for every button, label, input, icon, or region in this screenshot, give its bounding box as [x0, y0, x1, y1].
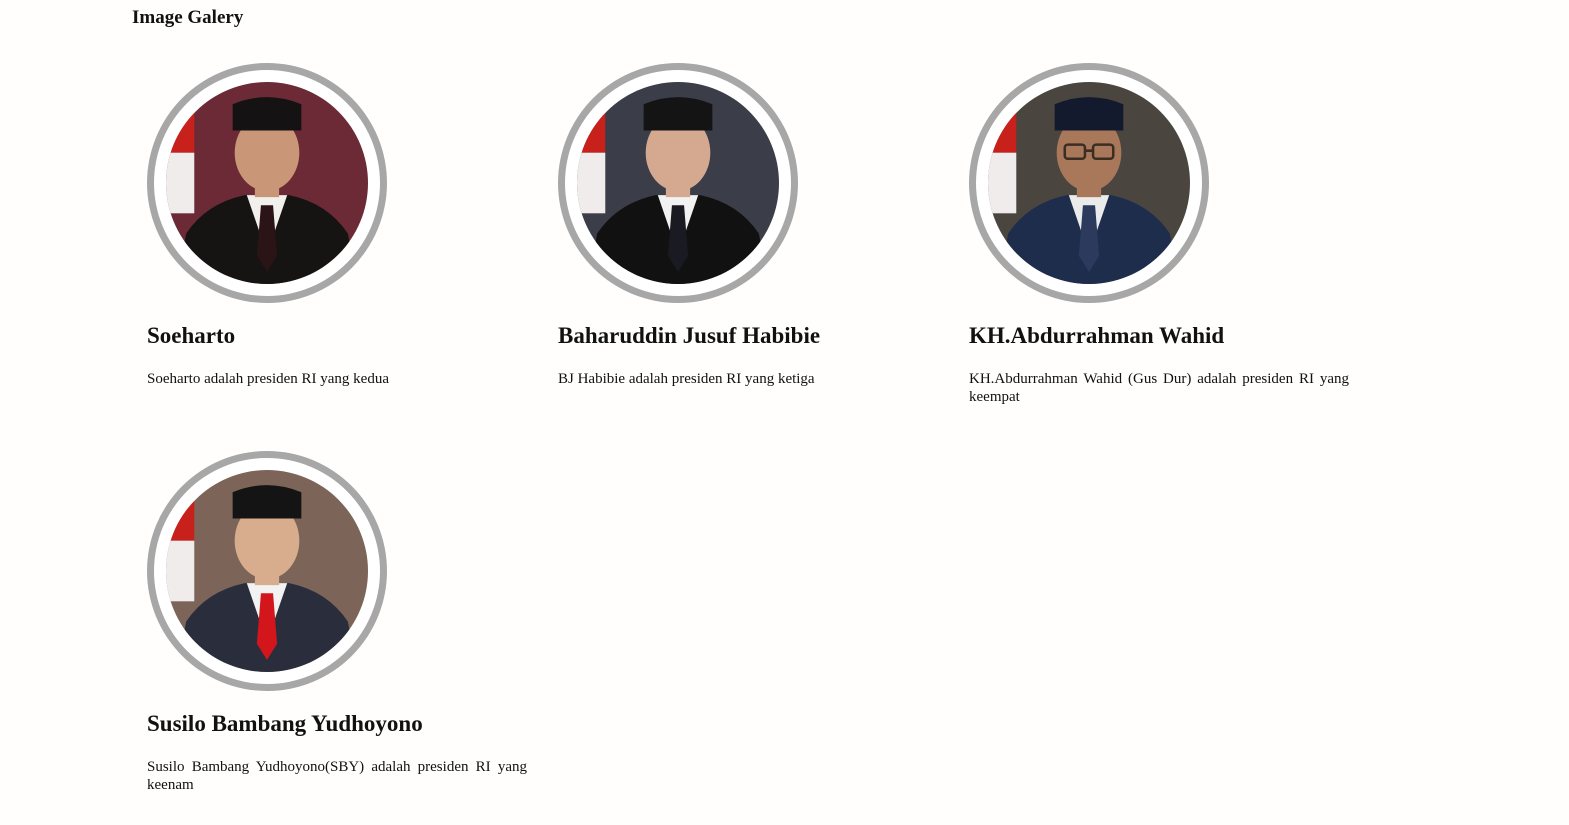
portrait-soeharto-icon[interactable]: [166, 82, 368, 284]
card-description: BJ Habibie adalah presiden RI yang ketig…: [558, 371, 815, 387]
page-title: Image Galery: [132, 7, 244, 28]
portrait-frame: [558, 63, 798, 303]
portrait-sby-icon[interactable]: [166, 470, 368, 672]
portrait-gusdur-icon[interactable]: [988, 82, 1190, 284]
card-description: KH.Abdurrahman Wahid (Gus Dur) adalah pr…: [969, 371, 1349, 405]
portrait-habibie-icon[interactable]: [577, 82, 779, 284]
portrait-frame: [147, 451, 387, 691]
portrait-frame: [147, 63, 387, 303]
card-name: Susilo Bambang Yudhoyono: [147, 711, 423, 736]
card-name: Baharuddin Jusuf Habibie: [558, 323, 821, 348]
portrait-frame: [969, 63, 1209, 303]
card-description: Soeharto adalah presiden RI yang kedua: [147, 371, 389, 387]
card-description: Susilo Bambang Yudhoyono(SBY) adalah pre…: [147, 759, 527, 793]
card-name: Soeharto: [147, 323, 236, 348]
card-name: KH.Abdurrahman Wahid: [969, 323, 1225, 348]
